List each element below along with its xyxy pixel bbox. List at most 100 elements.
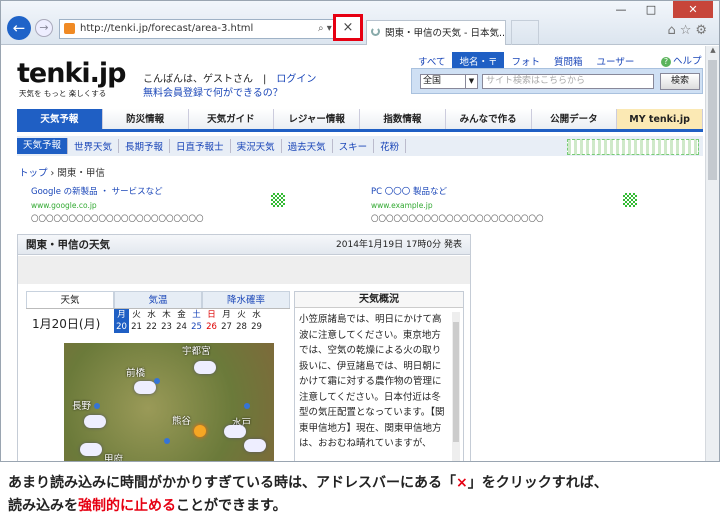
subnav-observed[interactable]: 実況天気 (231, 139, 282, 153)
ad-banner[interactable] (567, 139, 699, 155)
calendar-day[interactable]: 水 29 (249, 309, 264, 333)
ad-choices-icon[interactable] (623, 193, 637, 207)
calendar-day[interactable]: 火 21 (129, 309, 144, 333)
subnav-long-range[interactable]: 長期予報 (119, 139, 171, 153)
city-marker-icon[interactable] (154, 378, 160, 384)
tab-precipitation[interactable]: 降水確率 (202, 291, 290, 308)
caption-line-2: 読み込みを強制的に止めることができます。 (8, 495, 714, 518)
nav-index[interactable]: 指数情報 (360, 109, 446, 129)
ad-title[interactable]: Google の新製品 ・ サービスなど (31, 186, 281, 199)
nav-open-data[interactable]: 公開データ (531, 109, 618, 129)
map-place-label: 熊谷 (172, 416, 192, 427)
scroll-up-icon[interactable]: ▲ (706, 46, 719, 58)
calendar-day[interactable]: 月 20 (114, 309, 129, 333)
date-selector: 月 20 火 21 水 22 木 23 金 24 土 25 日 26 月 27 火 28 水 29 (114, 309, 264, 333)
breadcrumb: トップ › 関東・甲信 (19, 168, 105, 179)
ad-title[interactable]: PC 〇〇〇 製品など (371, 186, 621, 199)
site-search-input[interactable]: サイト検索はこちらから (482, 74, 654, 89)
nav-guide[interactable]: 天気ガイド (188, 109, 275, 129)
search-icon[interactable]: ⌕ ▾ (318, 20, 332, 38)
nav-forecast[interactable]: 天気予報 (17, 109, 103, 129)
cloud-icon (194, 361, 216, 374)
back-button[interactable]: ← (7, 16, 31, 40)
panel-spacer (18, 256, 470, 284)
weather-map[interactable]: 宇都宮 前橋 長野 熊谷 水戸 甲府 (64, 343, 274, 461)
scroll-thumb[interactable] (708, 60, 717, 180)
stop-loading-button[interactable]: × (333, 14, 363, 41)
forward-button[interactable]: → (35, 19, 53, 37)
caption-x: × (456, 475, 468, 491)
subnav-ski[interactable]: スキー (333, 139, 375, 153)
weather-tabs: 天気 気温 降水確率 (26, 291, 290, 309)
ad-desc: 〇〇〇〇〇〇〇〇〇〇〇〇〇〇〇〇〇〇〇〇〇〇〇 (31, 214, 204, 223)
browser-chrome: ← → http://tenki.jp/forecast/area-3.html… (1, 1, 719, 45)
tab-temperature[interactable]: 気温 (114, 291, 202, 308)
subnav-world[interactable]: 世界天気 (68, 139, 120, 153)
web-page: tenki.jp 天気を もっと 楽しくする こんばんは、ゲストさん | ログイ… (1, 46, 705, 461)
subnav-pollen[interactable]: 花粉 (374, 139, 407, 153)
stop-icon: × (342, 20, 354, 35)
city-marker-icon[interactable] (94, 403, 100, 409)
ad-choices-icon[interactable] (271, 193, 285, 207)
window-close-button[interactable]: ✕ (673, 1, 713, 18)
region-select-value: 全国 (423, 76, 442, 86)
subnav-forecast[interactable]: 天気予報 (17, 138, 69, 154)
calendar-day[interactable]: 水 22 (144, 309, 159, 333)
cloud-icon (134, 381, 156, 394)
nav-disaster[interactable]: 防災情報 (102, 109, 189, 129)
page-scrollbar[interactable]: ▲ (705, 46, 719, 461)
subnav-past[interactable]: 過去天気 (282, 139, 333, 153)
site-logo[interactable]: tenki.jp (17, 58, 126, 89)
address-bar[interactable]: http://tenki.jp/forecast/area-3.html ⌕ ▾ (59, 19, 359, 39)
caption-text: ことができます。 (176, 498, 287, 514)
greeting: こんばんは、ゲストさん | ログイン (143, 74, 317, 85)
text-ad-2[interactable]: PC 〇〇〇 製品など www.example.jp 〇〇〇〇〇〇〇〇〇〇〇〇〇〇〇… (371, 186, 621, 225)
subnav-forecaster[interactable]: 日直予報士 (170, 139, 231, 153)
tab-weather[interactable]: 天気 (26, 291, 114, 308)
panel-title: 関東・甲信の天気 (26, 239, 110, 251)
city-marker-icon[interactable] (164, 438, 170, 444)
maximize-button[interactable]: □ (639, 1, 663, 18)
weather-panel: 関東・甲信の天気 2014年1月19日 17時0分 発表 天気 気温 降水確率 1… (17, 234, 471, 461)
ad-url: www.example.jp (371, 201, 433, 210)
breadcrumb-top[interactable]: トップ (19, 168, 48, 179)
chevron-down-icon: ▼ (465, 75, 477, 88)
caption-text: 」をクリックすれば、 (467, 475, 608, 491)
search-button[interactable]: 検索 (660, 73, 700, 90)
caption-emphasis: 強制的に止める (78, 498, 176, 514)
toolbar-icons[interactable]: ⌂☆⚙ (667, 23, 711, 38)
overview-text: 小笠原諸島では、明日にかけて高波に注意してください。東京地方では、空気の乾燥によ… (299, 314, 445, 449)
url-text: http://tenki.jp/forecast/area-3.html (80, 23, 254, 34)
caption-text: あまり読み込みに時間がかかりすぎている時は、アドレスバーにある「 (8, 475, 456, 491)
help-label: ヘルプ (673, 56, 702, 67)
text-ad-1[interactable]: Google の新製品 ・ サービスなど www.google.co.jp 〇〇〇〇… (31, 186, 281, 225)
browser-tab[interactable]: 関東・甲信の天気 - 日本気... × (366, 20, 506, 45)
caption-text: 読み込みを (8, 498, 78, 514)
overview-scrollbar[interactable] (452, 312, 460, 461)
map-place-label: 前橋 (126, 368, 146, 379)
nav-leisure[interactable]: レジャー情報 (274, 109, 360, 129)
calendar-day[interactable]: 土 25 (189, 309, 204, 333)
cloud-icon (80, 443, 102, 456)
nav-my-tenki[interactable]: MY tenki.jp (617, 109, 703, 129)
calendar-day[interactable]: 火 28 (234, 309, 249, 333)
tab-title: 関東・甲信の天気 - 日本気... (385, 28, 506, 39)
member-link[interactable]: 無料会員登録で何ができるの？ (143, 84, 283, 99)
calendar-day[interactable]: 月 27 (219, 309, 234, 333)
new-tab-button[interactable] (511, 20, 539, 45)
cloud-icon (244, 439, 266, 452)
map-place-label: 長野 (72, 401, 92, 412)
caption: あまり読み込みに時間がかかりすぎている時は、アドレスバーにある「×」をクリックす… (8, 472, 714, 518)
minimize-button[interactable]: — (609, 1, 633, 18)
nav-community[interactable]: みんなで作る (445, 109, 532, 129)
region-select[interactable]: 全国 ▼ (420, 74, 478, 89)
city-marker-icon[interactable] (244, 403, 250, 409)
favicon-icon (64, 23, 75, 34)
browser-screenshot: ← → http://tenki.jp/forecast/area-3.html… (0, 0, 720, 462)
calendar-day[interactable]: 木 23 (159, 309, 174, 333)
calendar-day[interactable]: 金 24 (174, 309, 189, 333)
search-bar: 全国 ▼ サイト検索はこちらから 検索 (411, 68, 703, 94)
site-tagline: 天気を もっと 楽しくする (19, 89, 107, 98)
calendar-day[interactable]: 日 26 (204, 309, 219, 333)
help-link[interactable]: ? ヘルプ (661, 53, 702, 67)
